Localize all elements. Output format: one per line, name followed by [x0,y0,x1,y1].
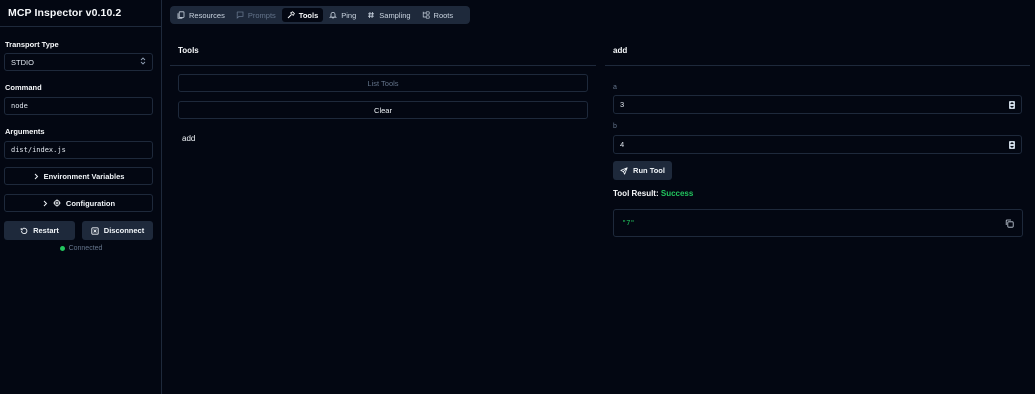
tab-prompts[interactable]: Prompts [231,8,281,22]
tools-panel-title: Tools [178,46,199,55]
tab-bar: Resources Prompts Tools Ping Sampling Ro… [170,6,470,24]
transport-type-label: Transport Type [5,40,59,49]
sidebar: MCP Inspector v0.10.2 Transport Type STD… [0,0,162,394]
tool-detail-title: add [613,46,628,55]
tab-roots-label: Roots [433,10,454,20]
tab-ping[interactable]: Ping [324,8,361,22]
tool-list-item[interactable]: add [182,134,195,143]
bell-icon [329,12,338,19]
transport-type-value: STDIO [11,57,34,67]
command-label: Command [5,83,42,92]
tool-result-label: Tool Result: [613,189,659,198]
tab-tools-label: Tools [298,10,319,20]
tab-ping-label: Ping [341,10,357,20]
disconnect-button[interactable]: Disconnect [82,221,153,240]
tab-sampling-label: Sampling [379,10,411,20]
tab-resources[interactable]: Resources [172,8,230,22]
command-input[interactable]: node [4,97,153,115]
app-title: MCP Inspector v0.10.2 [8,7,122,19]
hammer-icon [287,11,295,19]
disconnect-label: Disconnect [103,226,145,235]
environment-variables-label: Environment Variables [43,171,125,181]
number-spinner-icon[interactable] [1009,100,1015,109]
arguments-input[interactable]: dist/index.js [4,141,153,159]
square-x-icon [91,226,99,235]
tool-result-value: "7" [622,219,635,227]
sidebar-header: MCP Inspector v0.10.2 [0,0,161,27]
tab-sampling[interactable]: Sampling [362,8,415,22]
run-tool-button[interactable]: Run Tool [613,161,672,180]
param-b-input[interactable]: 4 [613,135,1022,154]
arguments-label: Arguments [5,127,45,136]
param-a-input[interactable]: 3 [613,95,1022,114]
rotate-ccw-icon [20,227,28,234]
connection-status: Connected [0,245,162,252]
tab-resources-label: Resources [189,10,225,20]
configuration-button[interactable]: Configuration [4,194,153,212]
list-tools-button[interactable]: List Tools [178,74,588,92]
transport-type-select[interactable]: STDIO [4,53,153,71]
environment-variables-button[interactable]: Environment Variables [4,167,153,185]
list-tools-label: List Tools [367,78,399,88]
clear-button[interactable]: Clear [178,101,588,119]
chevron-right-icon [43,200,48,206]
command-value: node [11,102,28,110]
tools-panel-header: Tools [170,38,596,66]
tab-roots[interactable]: Roots [417,8,459,22]
copy-icon[interactable] [1005,219,1014,228]
status-dot [59,246,65,251]
param-b-value: 4 [620,140,625,149]
status-text: Connected [68,245,103,252]
tool-detail-header: add [605,38,1030,66]
param-a-value: 3 [620,100,625,109]
files-icon [177,11,185,19]
tab-prompts-label: Prompts [247,10,276,20]
folder-tree-icon [422,11,430,19]
arguments-value: dist/index.js [11,146,66,154]
run-tool-label: Run Tool [633,166,665,175]
clear-label: Clear [374,105,392,115]
tool-result-heading: Tool Result: Success [613,189,693,198]
gear-icon [53,199,61,207]
message-square-icon [236,11,244,19]
tab-tools[interactable]: Tools [281,8,324,22]
param-b-label: b [613,123,617,130]
tool-result-box: "7" [613,209,1023,237]
send-icon [620,166,628,175]
chevron-right-icon [34,173,38,179]
tool-result-status: Success [660,189,694,198]
configuration-label: Configuration [65,198,116,208]
restart-button[interactable]: Restart [4,221,75,240]
number-spinner-icon[interactable] [1009,140,1015,149]
param-a-label: a [613,84,617,91]
chevrons-up-down-icon [140,57,146,67]
hash-icon [368,11,375,19]
restart-label: Restart [33,226,59,235]
